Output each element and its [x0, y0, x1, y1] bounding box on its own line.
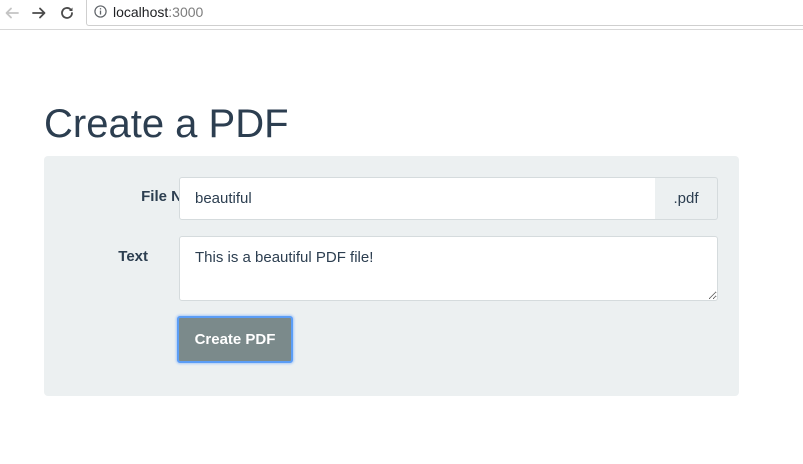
info-circle-icon[interactable] [94, 5, 107, 18]
text-label: Text [118, 248, 148, 265]
arrow-left-icon [5, 7, 19, 19]
create-pdf-button[interactable]: Create PDF [177, 316, 293, 363]
reload-icon [61, 7, 73, 19]
forward-button[interactable] [29, 3, 49, 23]
url-text[interactable]: localhost:3000 [113, 4, 203, 20]
address-bar[interactable]: localhost:3000 [86, 0, 803, 26]
file-name-input[interactable] [179, 177, 656, 220]
url-host: localhost [113, 4, 169, 20]
file-extension-addon: .pdf [655, 177, 718, 220]
file-name-input-group: .pdf [179, 177, 718, 220]
reload-button[interactable] [57, 3, 77, 23]
arrow-right-icon [32, 7, 46, 19]
back-button[interactable] [2, 3, 22, 23]
text-input[interactable]: This is a beautiful PDF file! [179, 236, 718, 301]
browser-toolbar: localhost:3000 [0, 0, 803, 30]
page-title: Create a PDF [44, 102, 289, 146]
url-port: :3000 [168, 4, 204, 20]
